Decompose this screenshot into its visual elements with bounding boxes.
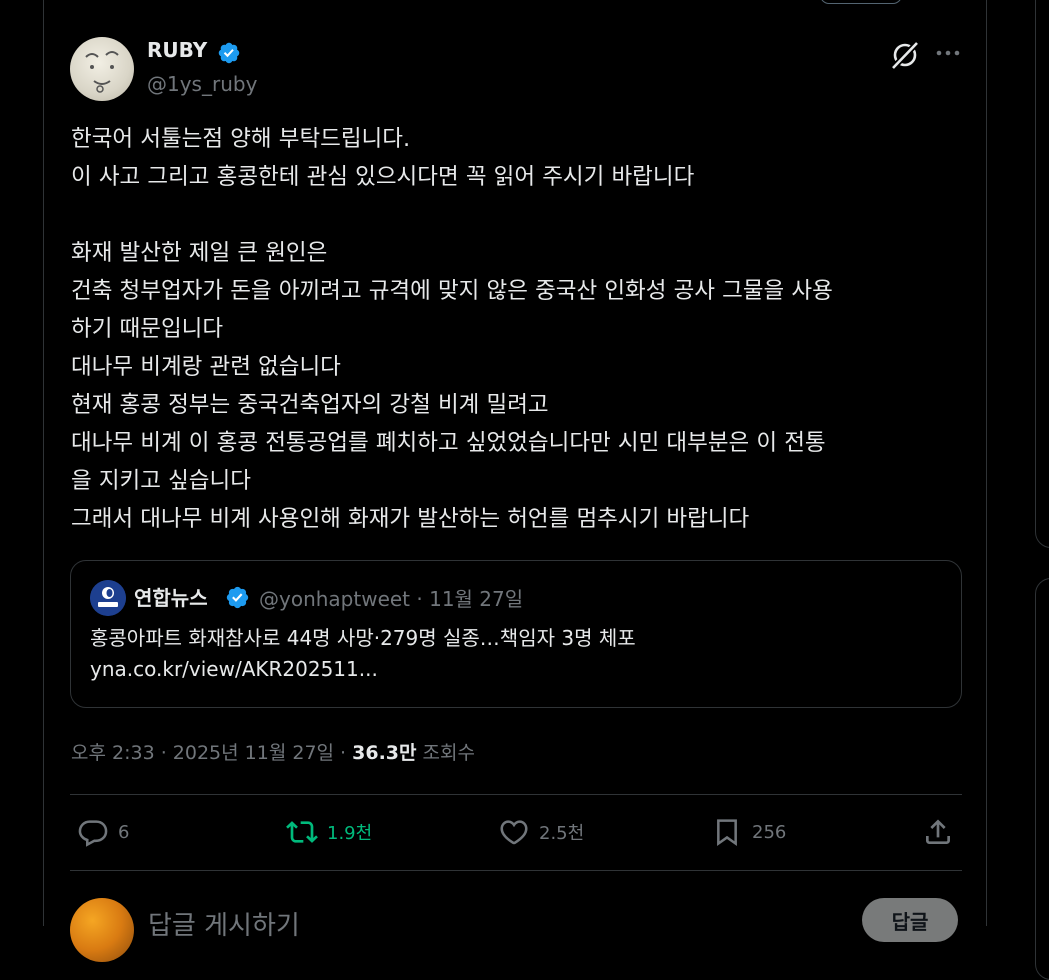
share-button[interactable] bbox=[922, 812, 954, 852]
repost-count: 1.9천 bbox=[327, 823, 373, 844]
quote-link[interactable]: yna.co.kr/view/AKR202511... bbox=[90, 657, 378, 681]
heart-icon bbox=[500, 820, 528, 845]
sidebar-card bbox=[1035, 578, 1049, 980]
tweet-line: 건축 청부업자가 돈을 아끼려고 규격에 맞지 않은 중국산 인화성 공사 그물… bbox=[71, 278, 833, 304]
view-label: 조회수 bbox=[416, 742, 475, 764]
sidebar-card bbox=[1035, 0, 1049, 548]
share-icon bbox=[926, 819, 950, 844]
timeline-left-border bbox=[43, 0, 44, 926]
reply-submit-button[interactable]: 답글 bbox=[862, 898, 958, 942]
tweet-line: 한국어 서툴는점 양해 부탁드립니다. bbox=[71, 126, 411, 152]
reply-bubble-icon bbox=[78, 820, 108, 847]
quote-handle-date[interactable]: @yonhaptweet · 11월 27일 bbox=[259, 583, 523, 612]
bookmark-count: 256 bbox=[752, 821, 787, 843]
tweet-meta: 오후 2:33 · 2025년 11월 27일 · 36.3만 조회수 bbox=[71, 738, 475, 765]
author-name[interactable]: RUBY bbox=[147, 38, 207, 62]
tweet-line bbox=[71, 196, 966, 234]
quote-avatar[interactable] bbox=[90, 580, 126, 616]
tweet-line: 을 지키고 싶습니다 bbox=[71, 468, 251, 494]
divider bbox=[70, 794, 962, 795]
reply-count: 6 bbox=[118, 821, 130, 843]
user-avatar[interactable] bbox=[70, 898, 134, 962]
grok-icon[interactable] bbox=[888, 38, 922, 72]
bookmark-icon bbox=[717, 819, 737, 847]
tweet-line: 대나무 비계랑 관련 없습니다 bbox=[71, 354, 341, 380]
quote-text: 홍콩아파트 화재참사로 44명 사망·279명 실종…책임자 3명 체포 bbox=[90, 626, 636, 650]
top-pill-button[interactable] bbox=[820, 0, 902, 4]
tweet-text: 한국어 서툴는점 양해 부탁드립니다. 이 사고 그리고 홍콩한테 관심 있으시… bbox=[71, 120, 966, 538]
quote-author-name[interactable]: 연합뉴스 bbox=[134, 582, 208, 611]
tweet-line: 하기 때문입니다 bbox=[71, 316, 224, 342]
timeline-right-border bbox=[986, 0, 987, 926]
tweet-line: 이 사고 그리고 홍콩한테 관심 있으시다면 꼭 읽어 주시기 바랍니다 bbox=[71, 164, 695, 190]
reply-button[interactable]: 6 bbox=[77, 812, 129, 852]
divider bbox=[70, 870, 962, 871]
tweet-line: 그래서 대나무 비계 사용인해 화재가 발산하는 허언를 멈추시기 바랍니다 bbox=[71, 506, 750, 532]
repost-button[interactable]: 1.9천 bbox=[286, 812, 372, 852]
like-button[interactable]: 2.5천 bbox=[498, 812, 584, 852]
view-count: 36.3만 bbox=[352, 742, 417, 764]
more-dots-icon[interactable] bbox=[933, 38, 963, 68]
tweet-line: 화재 발산한 제일 큰 원인은 bbox=[71, 240, 328, 266]
repost-icon bbox=[286, 821, 318, 843]
verified-badge-icon bbox=[218, 42, 240, 64]
author-avatar[interactable] bbox=[70, 37, 134, 101]
author-handle[interactable]: @1ys_ruby bbox=[147, 72, 257, 96]
reply-input[interactable]: 답글 게시하기 bbox=[148, 905, 300, 942]
like-count: 2.5천 bbox=[539, 823, 585, 844]
tweet-line: 대나무 비계 이 홍콩 전통공업를 폐치하고 싶었었습니다만 시민 대부분은 이… bbox=[71, 430, 826, 456]
tweet-timestamp[interactable]: 오후 2:33 · 2025년 11월 27일 · bbox=[71, 742, 352, 764]
bookmark-button[interactable]: 256 bbox=[711, 812, 786, 852]
verified-badge-icon bbox=[226, 586, 249, 609]
tweet-line: 현재 홍콩 정부는 중국건축업자의 강철 비계 밀려고 bbox=[71, 392, 549, 418]
